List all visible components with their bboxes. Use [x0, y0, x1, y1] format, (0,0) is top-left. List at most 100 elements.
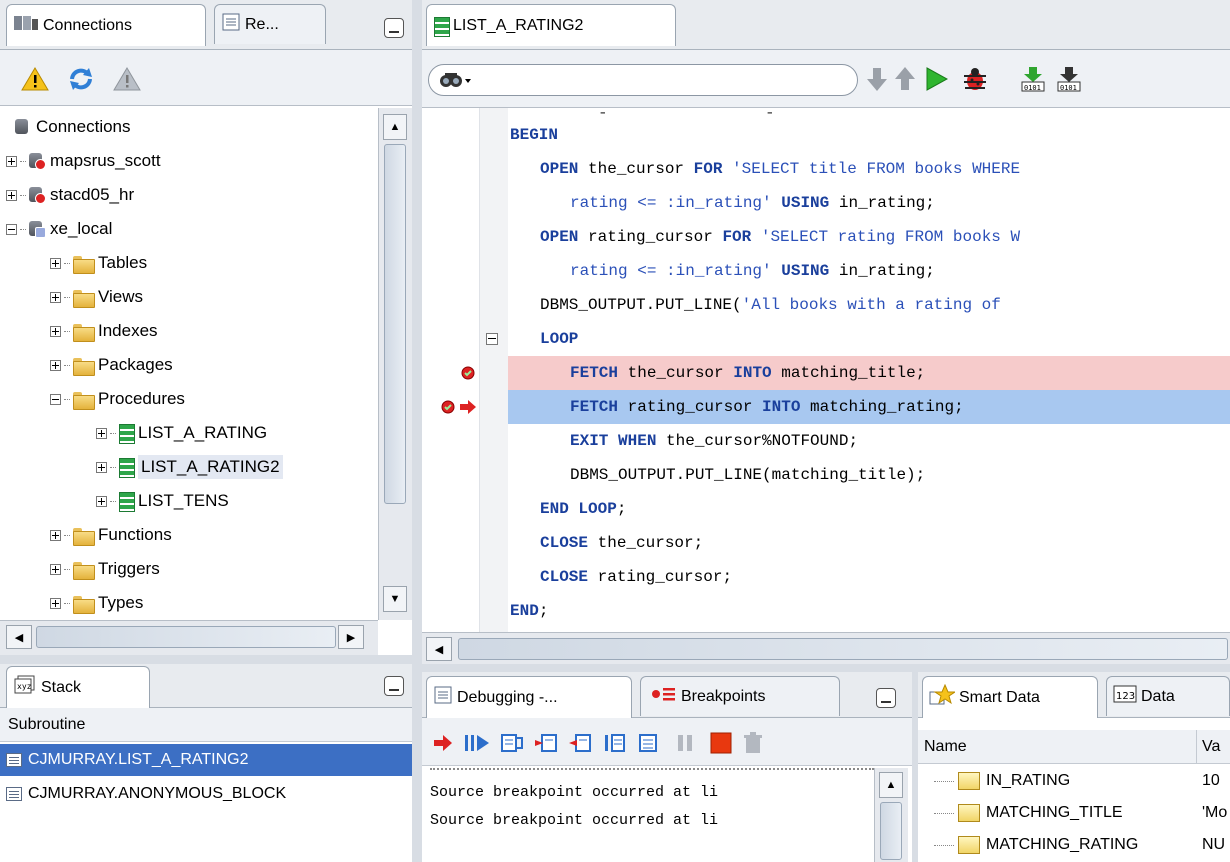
- breakpoint-icon[interactable]: [460, 365, 476, 386]
- collapse-icon[interactable]: [50, 393, 61, 405]
- code-line[interactable]: FETCH the_cursor INTO matching_title;: [570, 356, 925, 390]
- terminate-icon[interactable]: [708, 730, 734, 756]
- step-function-icon[interactable]: [634, 730, 662, 756]
- resume-icon[interactable]: [462, 730, 492, 756]
- step-down-icon[interactable]: [864, 64, 890, 94]
- scroll-up-button[interactable]: ▲: [383, 114, 407, 140]
- scroll-left-button[interactable]: ◀: [6, 625, 32, 649]
- tree-item[interactable]: stacd05_hr: [6, 178, 134, 212]
- tab-reports[interactable]: Re...: [214, 4, 326, 44]
- editor-scroll-thumb[interactable]: [458, 638, 1228, 660]
- tree-item[interactable]: mapsrus_scott: [6, 144, 161, 178]
- scroll-down-button[interactable]: ▼: [383, 586, 407, 612]
- expand-icon[interactable]: [50, 597, 61, 609]
- tree-item[interactable]: Procedures: [50, 382, 185, 416]
- step-out-icon[interactable]: [566, 730, 594, 756]
- expand-icon[interactable]: [96, 495, 107, 507]
- code-line[interactable]: rating <= :in_rating' USING in_rating;: [570, 254, 935, 288]
- garbage-collect-icon[interactable]: [740, 730, 766, 756]
- expand-icon[interactable]: [50, 529, 61, 541]
- step-over-icon[interactable]: [498, 730, 526, 756]
- code-line[interactable]: CLOSE the_cursor;: [540, 526, 703, 560]
- step-up-icon[interactable]: [892, 64, 918, 94]
- expand-icon[interactable]: [50, 325, 61, 337]
- console-scroll-up-button[interactable]: ▲: [879, 772, 903, 798]
- stack-frame-row[interactable]: CJMURRAY.LIST_A_RATING2: [0, 744, 412, 776]
- pause-icon[interactable]: [672, 730, 698, 756]
- code-line[interactable]: FETCH rating_cursor INTO matching_rating…: [570, 390, 964, 424]
- expand-icon[interactable]: [6, 189, 17, 201]
- tab-editor-list-a-rating2[interactable]: LIST_A_RATING2: [426, 4, 676, 46]
- expand-icon[interactable]: [50, 359, 61, 371]
- code-editor[interactable]: - - BEGIN OPEN the_cursor FOR 'SELECT tit…: [422, 108, 1230, 632]
- find-execution-point-icon[interactable]: [430, 730, 456, 756]
- tree-vertical-scrollbar[interactable]: ▲ ▼: [378, 108, 412, 620]
- variable-row[interactable]: MATCHING_RATING NU: [934, 828, 1230, 862]
- tree-item[interactable]: Indexes: [50, 314, 158, 348]
- column-header-name[interactable]: Name: [924, 738, 967, 756]
- tree-item[interactable]: Views: [50, 280, 143, 314]
- collapse-icon[interactable]: [6, 223, 17, 235]
- scroll-thumb[interactable]: [384, 144, 406, 504]
- debug-console[interactable]: Source breakpoint occurred at li Source b…: [422, 768, 874, 862]
- tab-data[interactable]: 123 Data: [1106, 676, 1230, 716]
- expand-icon[interactable]: [50, 257, 61, 269]
- code-line[interactable]: OPEN the_cursor FOR 'SELECT title FROM b…: [540, 152, 1020, 186]
- run-icon[interactable]: [922, 64, 950, 94]
- breakpoint-execution-icon[interactable]: [440, 399, 480, 420]
- step-to-end-icon[interactable]: [600, 730, 628, 756]
- step-into-icon[interactable]: [532, 730, 560, 756]
- scroll-right-button[interactable]: ▶: [338, 625, 364, 649]
- code-line[interactable]: rating <= :in_rating' USING in_rating;: [570, 186, 935, 220]
- tree-item[interactable]: Functions: [50, 518, 172, 552]
- fold-collapse-icon[interactable]: [486, 333, 498, 345]
- tab-debugging[interactable]: Debugging -...: [426, 676, 632, 718]
- tree-horizontal-scrollbar[interactable]: ◀ ▶: [0, 620, 378, 655]
- code-line[interactable]: LOOP: [540, 322, 578, 356]
- column-divider[interactable]: [1196, 730, 1197, 764]
- tree-item[interactable]: xe_local: [6, 212, 112, 246]
- code-line[interactable]: END;: [510, 594, 548, 628]
- scroll-thumb-horizontal[interactable]: [36, 626, 336, 648]
- tree-item[interactable]: LIST_A_RATING: [96, 416, 267, 450]
- code-line[interactable]: BEGIN: [510, 118, 558, 152]
- variable-row[interactable]: MATCHING_TITLE 'Mo: [934, 796, 1230, 830]
- expand-icon[interactable]: [96, 461, 107, 473]
- code-line[interactable]: END LOOP;: [540, 492, 626, 526]
- console-scroll-thumb[interactable]: [880, 802, 902, 860]
- expand-icon[interactable]: [50, 563, 61, 575]
- code-line[interactable]: DBMS_OUTPUT.PUT_LINE(matching_title);: [570, 458, 925, 492]
- tab-stack[interactable]: xyz Stack: [6, 666, 150, 708]
- tree-item[interactable]: LIST_TENS: [96, 484, 229, 518]
- minimize-button[interactable]: [384, 18, 404, 38]
- code-line[interactable]: OPEN rating_cursor FOR 'SELECT rating FR…: [540, 220, 1020, 254]
- stack-minimize-button[interactable]: [384, 676, 404, 696]
- tree-item[interactable]: LIST_A_RATING2: [96, 450, 283, 484]
- tab-connections[interactable]: Connections: [6, 4, 206, 46]
- find-icon[interactable]: [439, 70, 473, 95]
- tree-item[interactable]: Tables: [50, 246, 147, 280]
- code-line[interactable]: DBMS_OUTPUT.PUT_LINE('All books with a r…: [540, 288, 1001, 322]
- debug-icon[interactable]: [960, 64, 990, 94]
- compile-debug-icon[interactable]: 0101: [1054, 64, 1084, 94]
- stack-column-header[interactable]: Subroutine: [0, 708, 412, 742]
- tab-breakpoints[interactable]: Breakpoints: [640, 676, 840, 716]
- expand-icon[interactable]: [50, 291, 61, 303]
- console-vertical-scrollbar[interactable]: ▲: [874, 768, 908, 862]
- tree-item[interactable]: Triggers: [50, 552, 160, 586]
- code-line[interactable]: EXIT WHEN the_cursor%NOTFOUND;: [570, 424, 858, 458]
- expand-icon[interactable]: [6, 155, 17, 167]
- warning-icon[interactable]: [20, 64, 50, 94]
- debugging-minimize-button[interactable]: [876, 688, 896, 708]
- tree-item[interactable]: Types: [50, 586, 143, 620]
- find-input[interactable]: [428, 64, 858, 96]
- stack-frame-row[interactable]: CJMURRAY.ANONYMOUS_BLOCK: [0, 778, 412, 810]
- variable-row[interactable]: IN_RATING 10: [934, 764, 1230, 798]
- code-line[interactable]: CLOSE rating_cursor;: [540, 560, 732, 594]
- tab-smart-data[interactable]: Smart Data: [922, 676, 1098, 718]
- expand-icon[interactable]: [96, 427, 107, 439]
- refresh-icon[interactable]: [66, 64, 96, 94]
- tree-item[interactable]: Connections: [14, 110, 131, 144]
- editor-horizontal-scrollbar[interactable]: ◀: [422, 632, 1230, 664]
- tree-item[interactable]: Packages: [50, 348, 173, 382]
